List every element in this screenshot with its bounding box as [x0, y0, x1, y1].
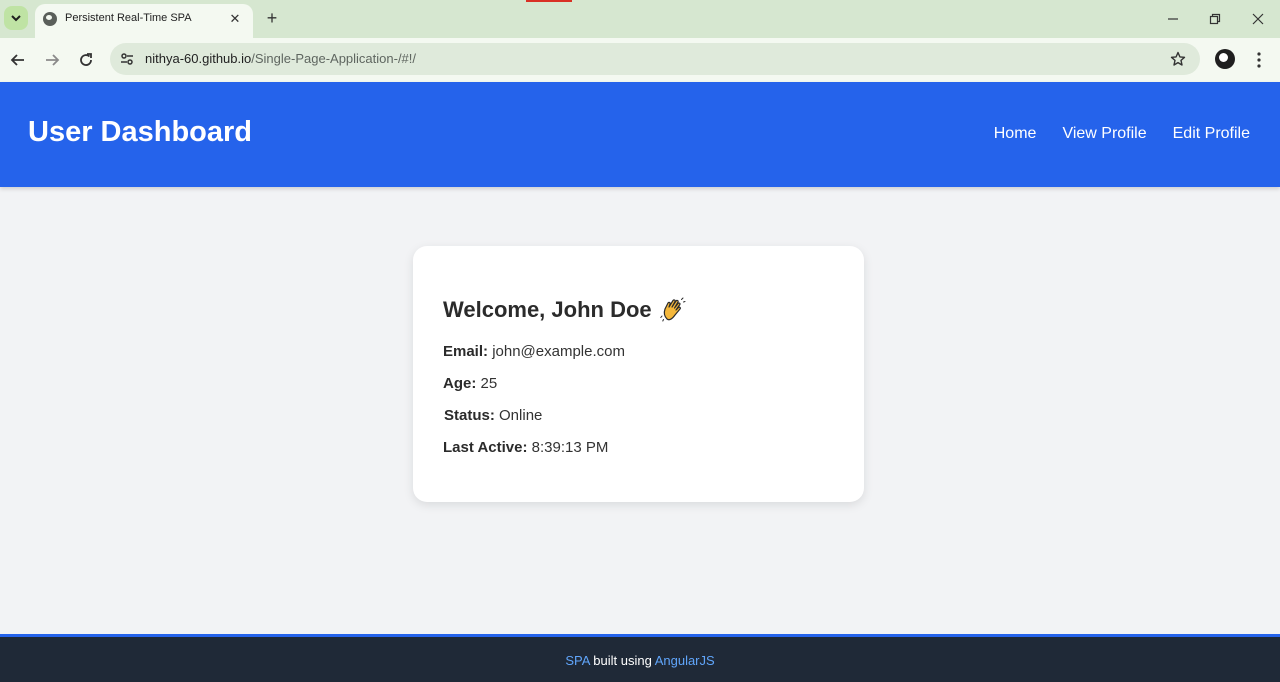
last-active-row: Last Active: 8:39:13 PM: [443, 439, 608, 456]
tab-title: Persistent Real-Time SPA: [65, 12, 192, 24]
back-button[interactable]: [6, 48, 30, 72]
restore-button[interactable]: [1202, 6, 1228, 32]
close-icon[interactable]: ✕: [225, 9, 245, 29]
url-path: /Single-Page-Application-/#!/: [251, 51, 417, 66]
globe-icon: [43, 12, 57, 26]
address-bar[interactable]: nithya-60.github.io/Single-Page-Applicat…: [110, 43, 1200, 75]
age-value: 25: [480, 375, 498, 392]
restore-icon: [1209, 13, 1221, 25]
url-host: nithya-60.github.io: [145, 51, 252, 66]
profile-card: Welcome, John Doe Email: john@example.co…: [413, 246, 864, 502]
arrow-left-icon: [10, 54, 24, 66]
age-label: Age:: [443, 375, 477, 392]
bookmark-button[interactable]: [1168, 49, 1188, 69]
recording-indicator: [526, 0, 572, 2]
welcome-heading: Welcome, John Doe: [443, 297, 686, 323]
url-text: nithya-60.github.io/Single-Page-Applicat…: [145, 51, 416, 66]
reload-icon: [80, 53, 92, 66]
last-active-label: Last Active:: [443, 439, 528, 456]
page-title: User Dashboard: [28, 116, 253, 148]
star-icon: [1170, 51, 1186, 66]
main-nav: Home View Profile Edit Profile: [994, 125, 1250, 143]
browser-tab[interactable]: Persistent Real-Time SPA ✕: [35, 4, 253, 38]
new-tab-button[interactable]: +: [261, 7, 283, 29]
email-row: Email: john@example.com: [443, 343, 625, 360]
browser-tab-strip: Persistent Real-Time SPA ✕ +: [0, 0, 1280, 38]
welcome-text: Welcome, John Doe: [443, 297, 652, 322]
more-vert-icon: [1257, 52, 1261, 68]
footer-spa-link[interactable]: SPA: [565, 653, 589, 668]
tune-icon: [121, 53, 133, 65]
nav-view-profile-link[interactable]: View Profile: [1062, 125, 1146, 143]
nav-home-link[interactable]: Home: [994, 125, 1037, 143]
site-info-button[interactable]: [118, 50, 136, 68]
window-close-button[interactable]: [1245, 6, 1271, 32]
plus-icon: +: [266, 7, 278, 28]
minimize-icon: [1168, 18, 1178, 20]
email-value: john@example.com: [492, 343, 625, 360]
email-label: Email:: [443, 343, 489, 360]
status-label: Status:: [444, 407, 495, 424]
tab-search-button[interactable]: [4, 6, 28, 30]
footer-middle-text: built using: [589, 653, 655, 668]
browser-toolbar: nithya-60.github.io/Single-Page-Applicat…: [0, 38, 1280, 82]
chevron-down-icon: [11, 15, 21, 22]
status-row: Status: Online: [444, 407, 542, 424]
arrow-right-icon: [46, 54, 60, 66]
waving-hand-icon: [659, 297, 686, 322]
footer-text: SPA built using AngularJS: [0, 653, 1280, 668]
app-header: User Dashboard Home View Profile Edit Pr…: [0, 82, 1280, 187]
browser-menu-button[interactable]: [1248, 49, 1270, 71]
app-footer: SPA built using AngularJS: [0, 634, 1280, 682]
avatar-icon[interactable]: [1215, 49, 1235, 69]
status-value: Online: [499, 407, 543, 424]
nav-edit-profile-link[interactable]: Edit Profile: [1173, 125, 1250, 143]
age-row: Age: 25: [443, 375, 497, 392]
footer-angularjs-link[interactable]: AngularJS: [655, 653, 715, 668]
reload-button[interactable]: [74, 48, 98, 72]
minimize-button[interactable]: [1160, 6, 1186, 32]
forward-button[interactable]: [40, 48, 64, 72]
close-icon: [1252, 13, 1264, 25]
last-active-value: 8:39:13 PM: [531, 439, 609, 456]
